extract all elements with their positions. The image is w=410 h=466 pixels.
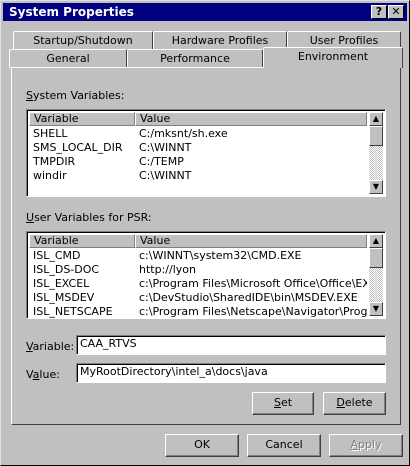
apply-button[interactable]: Apply	[329, 434, 403, 457]
help-button[interactable]: ?	[371, 5, 387, 19]
tab-label: User Profiles	[309, 34, 379, 47]
tab-general[interactable]: General	[9, 49, 127, 68]
scroll-up-button[interactable]: ▲	[369, 112, 383, 126]
environment-panel: System Variables: Variable Value SHELL C…	[11, 67, 401, 425]
tab-startup-shutdown[interactable]: Startup/Shutdown	[13, 31, 153, 50]
system-variables-list[interactable]: Variable Value SHELL C:/mksnt/sh.exe SMS…	[26, 109, 386, 197]
column-header-variable[interactable]: Variable	[29, 112, 135, 126]
tab-label: General	[46, 52, 90, 65]
tab-label: Performance	[160, 52, 230, 65]
column-header-variable[interactable]: Variable	[29, 234, 135, 248]
system-vars-scrollbar[interactable]: ▲ ▼	[369, 112, 383, 194]
help-icon: ?	[375, 5, 383, 18]
user-vars-scrollbar[interactable]: ▲ ▼	[369, 234, 383, 316]
column-header-value[interactable]: Value	[135, 112, 367, 126]
close-icon: ✕	[391, 5, 401, 18]
delete-button[interactable]: Delete	[323, 392, 386, 415]
window-title: System Properties	[9, 5, 134, 19]
scroll-thumb[interactable]	[369, 248, 383, 268]
close-button[interactable]: ✕	[388, 5, 404, 19]
scroll-down-button[interactable]: ▼	[369, 180, 383, 194]
arrow-down-icon: ▼	[372, 304, 380, 313]
system-properties-dialog: System Properties ? ✕ Startup/Shutdown H…	[0, 0, 410, 466]
variable-field-label: Variable:	[26, 340, 75, 353]
cancel-button[interactable]: Cancel	[247, 434, 321, 457]
value-input[interactable]: MyRootDirectory\intel_a\docs\java	[76, 363, 386, 383]
tab-environment[interactable]: Environment	[263, 47, 403, 68]
tab-label: Environment	[297, 50, 369, 63]
user-variables-list[interactable]: Variable Value ISL_CMD c:\WINNT\system32…	[26, 231, 386, 319]
column-header-value[interactable]: Value	[135, 234, 367, 248]
variable-input[interactable]: CAA_RTVS	[76, 335, 386, 355]
arrow-up-icon: ▲	[372, 114, 380, 123]
scroll-thumb[interactable]	[369, 126, 383, 146]
tab-label: Startup/Shutdown	[33, 34, 133, 47]
system-variables-label: System Variables:	[26, 89, 125, 102]
set-button[interactable]: Set	[252, 392, 314, 415]
tab-label: Hardware Profiles	[171, 34, 269, 47]
arrow-up-icon: ▲	[372, 236, 380, 245]
value-field-label: Value:	[26, 368, 60, 381]
scroll-down-button[interactable]: ▼	[369, 302, 383, 316]
ok-button[interactable]: OK	[165, 434, 239, 457]
title-bar[interactable]: System Properties ? ✕	[3, 3, 407, 21]
scroll-up-button[interactable]: ▲	[369, 234, 383, 248]
arrow-down-icon: ▼	[372, 182, 380, 191]
tab-performance[interactable]: Performance	[127, 49, 263, 68]
user-variables-label: User Variables for PSR:	[26, 211, 152, 224]
